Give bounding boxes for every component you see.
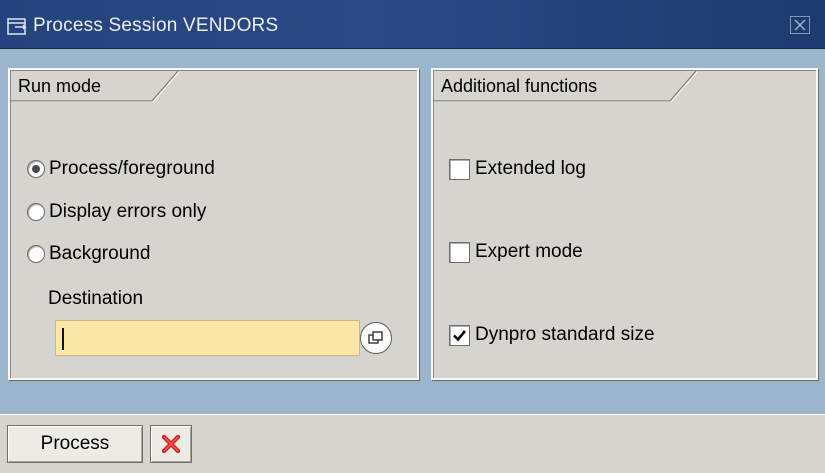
radio-label: Display errors only	[49, 201, 207, 222]
checkmark-icon	[453, 329, 467, 341]
process-session-dialog: Process Session VENDORS Run mode Process…	[0, 0, 825, 473]
close-button[interactable]	[790, 16, 810, 34]
checkbox[interactable]	[449, 241, 470, 263]
window-icon	[7, 18, 29, 36]
radio-display-errors-only[interactable]: Display errors only	[27, 199, 206, 225]
window-title: Process Session VENDORS	[33, 15, 279, 36]
additional-functions-title: Additional functions	[441, 76, 598, 96]
checkbox-checked[interactable]	[449, 324, 470, 346]
run-mode-group: Run mode Process/foreground Display erro…	[8, 68, 419, 380]
checkbox-label: Expert mode	[475, 241, 583, 262]
radio-process-foreground[interactable]: Process/foreground	[27, 156, 215, 182]
radio-label: Background	[49, 243, 151, 264]
dialog-toolbar: Process	[0, 414, 825, 473]
checkbox-extended-log[interactable]: Extended log	[449, 156, 586, 182]
cancel-button[interactable]	[150, 425, 192, 463]
radio-button[interactable]	[27, 203, 45, 221]
value-help-button[interactable]	[360, 322, 392, 354]
close-icon	[794, 19, 806, 31]
destination-label: Destination	[48, 288, 144, 309]
process-button[interactable]: Process	[7, 425, 143, 463]
checkbox[interactable]	[449, 158, 470, 180]
radio-button[interactable]	[27, 245, 45, 263]
checkbox-dynpro-standard-size[interactable]: Dynpro standard size	[449, 322, 655, 348]
radio-label: Process/foreground	[49, 158, 215, 179]
additional-functions-group: Additional functions Extended log Expert…	[431, 68, 818, 380]
radio-button-selected[interactable]	[27, 160, 45, 178]
checkbox-expert-mode[interactable]: Expert mode	[449, 239, 583, 265]
run-mode-title: Run mode	[18, 76, 102, 96]
title-bar[interactable]: Process Session VENDORS	[0, 0, 825, 49]
checkbox-label: Dynpro standard size	[475, 324, 655, 345]
radio-background[interactable]: Background	[27, 241, 150, 267]
destination-input[interactable]	[55, 320, 360, 356]
checkbox-label: Extended log	[475, 158, 586, 179]
f4-help-icon	[368, 331, 383, 344]
cancel-icon	[161, 434, 181, 454]
text-cursor	[62, 328, 64, 350]
